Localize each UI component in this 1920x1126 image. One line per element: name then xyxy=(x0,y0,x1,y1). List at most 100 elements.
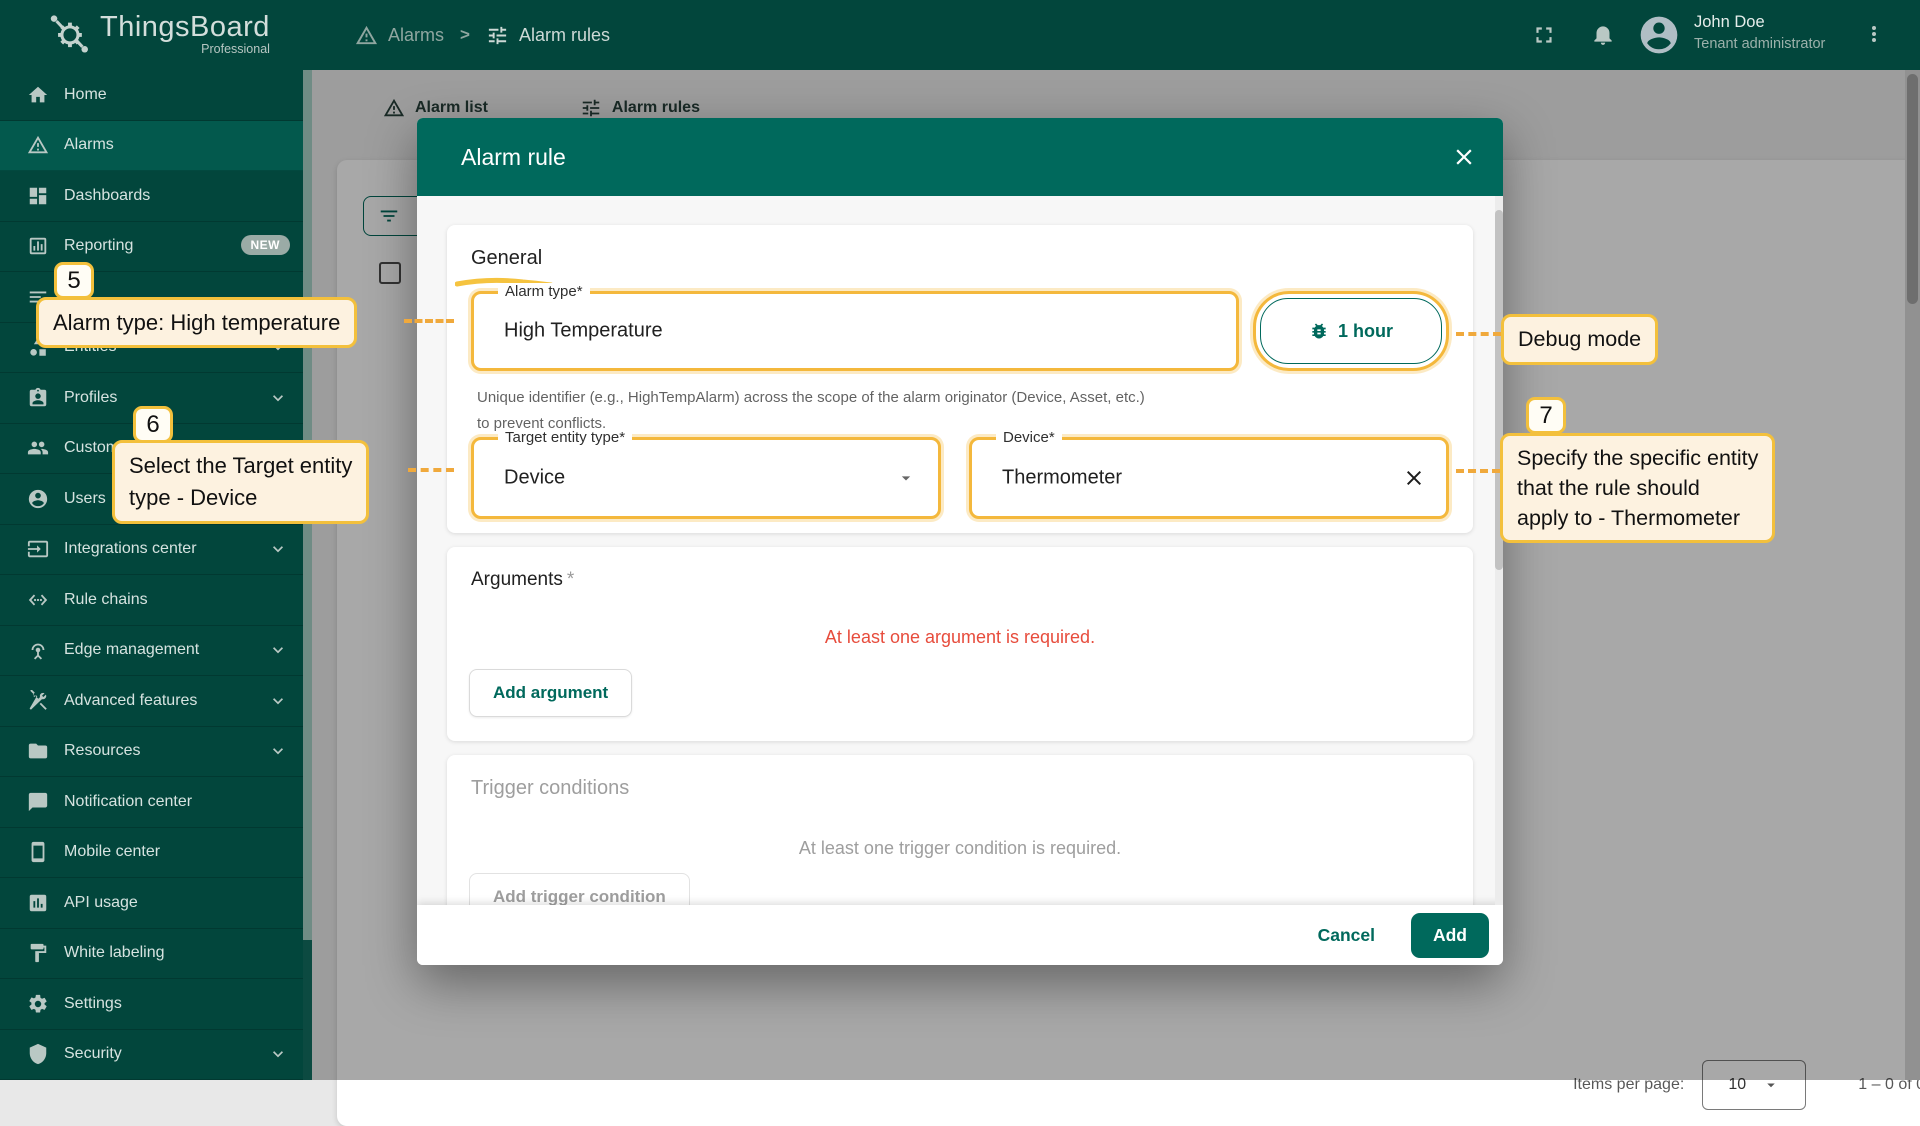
sidebar-item-label: White labeling xyxy=(64,944,165,962)
debug-mode-connector xyxy=(1456,332,1501,336)
sidebar-item-mobile-center[interactable]: Mobile center xyxy=(0,828,312,879)
sidebar-nav: HomeAlarmsDashboardsReportingNEWEntities… xyxy=(0,70,312,1080)
debug-mode-callout: Debug mode xyxy=(1501,314,1658,365)
step-7-line-3: apply to - Thermometer xyxy=(1517,503,1758,533)
clear-device-icon[interactable] xyxy=(1402,466,1426,490)
breadcrumb-label: Alarms xyxy=(388,25,444,46)
sidebar-item-label: Dashboards xyxy=(64,187,150,205)
sidebar-item-label: Reporting xyxy=(64,237,133,255)
arguments-title-text: Arguments xyxy=(471,569,563,590)
arguments-section: Arguments* At least one argument is requ… xyxy=(447,547,1473,741)
sidebar-item-edge-management[interactable]: Edge management xyxy=(0,626,312,677)
arguments-section-title: Arguments* xyxy=(471,569,1449,591)
target-entity-type-select[interactable]: Target entity type* Device xyxy=(471,437,941,519)
sidebar-item-rule-chains[interactable]: Rule chains xyxy=(0,575,312,626)
brand-subtitle: Professional xyxy=(100,42,270,56)
add-button[interactable]: Add xyxy=(1411,913,1489,958)
dialog-body: General Alarm type* High Temperature 1 h… xyxy=(417,196,1503,905)
fullscreen-icon[interactable] xyxy=(1531,22,1557,48)
debug-mode-ring: 1 hour xyxy=(1253,291,1449,371)
breadcrumb-label: Alarm rules xyxy=(519,25,610,46)
top-bar: ThingsBoard Professional Alarms>Alarm ru… xyxy=(0,0,1920,70)
sidebar-item-security[interactable]: Security xyxy=(0,1030,312,1081)
sidebar-item-label: Notification center xyxy=(64,793,192,811)
edge-icon xyxy=(27,639,49,661)
breadcrumb-item-alarms[interactable]: Alarms xyxy=(355,24,444,47)
arguments-error-message: At least one argument is required. xyxy=(471,627,1449,648)
step-5-callout: Alarm type: High temperature xyxy=(36,297,357,348)
trigger-conditions-section: Trigger conditions At least one trigger … xyxy=(447,755,1473,905)
debug-mode-button[interactable]: 1 hour xyxy=(1260,298,1442,364)
resources-icon xyxy=(27,740,49,762)
sidebar-item-label: Settings xyxy=(64,995,122,1013)
sidebar-item-api-usage[interactable]: API usage xyxy=(0,878,312,929)
sidebar-item-white-labeling[interactable]: White labeling xyxy=(0,929,312,980)
sidebar-item-label: Edge management xyxy=(64,641,199,659)
sidebar-item-integrations-center[interactable]: Integrations center xyxy=(0,525,312,576)
close-icon[interactable] xyxy=(1451,144,1477,170)
sidebar-item-resources[interactable]: Resources xyxy=(0,727,312,778)
add-argument-button[interactable]: Add argument xyxy=(469,669,632,717)
chevron-down-icon xyxy=(268,1044,288,1064)
dialog-footer: Cancel Add xyxy=(417,905,1503,965)
alarm-type-label: Alarm type* xyxy=(498,283,590,300)
sidebar-scrollbar[interactable] xyxy=(303,70,312,1080)
home-icon xyxy=(27,84,49,106)
sidebar-item-advanced-features[interactable]: Advanced features xyxy=(0,676,312,727)
chevron-down-icon xyxy=(268,691,288,711)
hint-line-1: Unique identifier (e.g., HighTempAlarm) … xyxy=(477,385,1145,411)
users-icon xyxy=(27,488,49,510)
sidebar-item-reporting[interactable]: ReportingNEW xyxy=(0,222,312,273)
settings-icon xyxy=(27,993,49,1015)
dialog-scrollbar[interactable] xyxy=(1495,196,1503,905)
general-section: General Alarm type* High Temperature 1 h… xyxy=(447,225,1473,533)
breadcrumb-item-alarm-rules[interactable]: Alarm rules xyxy=(486,24,610,47)
warning-icon xyxy=(27,134,49,156)
target-entity-type-value: Device xyxy=(504,467,565,490)
add-trigger-condition-button[interactable]: Add trigger condition xyxy=(469,873,690,905)
breadcrumb: Alarms>Alarm rules xyxy=(355,0,610,70)
more-options-icon[interactable] xyxy=(1862,22,1886,46)
alarm-type-field[interactable]: Alarm type* High Temperature xyxy=(471,291,1239,371)
tune-icon xyxy=(486,24,509,47)
sidebar-item-label: Resources xyxy=(64,742,140,760)
device-label: Device* xyxy=(996,429,1062,446)
sidebar-item-settings[interactable]: Settings xyxy=(0,979,312,1030)
sidebar-item-label: Profiles xyxy=(64,389,117,407)
thingsboard-logo-icon xyxy=(46,10,92,56)
user-role: Tenant administrator xyxy=(1694,36,1825,52)
reporting-icon xyxy=(27,235,49,257)
step-7-connector xyxy=(1456,469,1500,473)
alarm-rule-dialog: Alarm rule General Alarm type* High Temp… xyxy=(417,118,1503,965)
rule-chains-icon xyxy=(27,589,49,611)
sidebar-item-label: Home xyxy=(64,86,107,104)
sidebar-item-dashboards[interactable]: Dashboards xyxy=(0,171,312,222)
customers-icon xyxy=(27,437,49,459)
api-icon xyxy=(27,892,49,914)
sidebar-item-label: Advanced features xyxy=(64,692,197,710)
notifications-bell-icon[interactable] xyxy=(1590,21,1616,47)
bug-icon xyxy=(1309,321,1329,341)
sidebar-item-label: Users xyxy=(64,490,106,508)
avatar[interactable] xyxy=(1637,13,1681,57)
sidebar-item-notification-center[interactable]: Notification center xyxy=(0,777,312,828)
cancel-button[interactable]: Cancel xyxy=(1304,915,1389,956)
dialog-header: Alarm rule xyxy=(417,118,1503,196)
security-icon xyxy=(27,1043,49,1065)
user-block[interactable]: John Doe Tenant administrator xyxy=(1694,13,1825,52)
thingsboard-logo[interactable]: ThingsBoard Professional xyxy=(46,10,270,56)
chevron-down-icon xyxy=(268,539,288,559)
chevron-down-icon xyxy=(268,741,288,761)
device-value: Thermometer xyxy=(1002,467,1122,490)
dropdown-caret-icon[interactable] xyxy=(896,468,916,488)
device-field[interactable]: Device* Thermometer xyxy=(969,437,1449,519)
target-entity-type-label: Target entity type* xyxy=(498,429,632,446)
debug-mode-text: Debug mode xyxy=(1504,317,1655,362)
step-6-badge: 6 xyxy=(133,406,173,443)
sidebar-item-alarms[interactable]: Alarms xyxy=(0,121,312,172)
integrations-icon xyxy=(27,538,49,560)
warning-icon xyxy=(355,24,378,47)
sidebar-item-home[interactable]: Home xyxy=(0,70,312,121)
brand-text: ThingsBoard Professional xyxy=(100,11,270,56)
brand-name: ThingsBoard xyxy=(100,11,270,44)
